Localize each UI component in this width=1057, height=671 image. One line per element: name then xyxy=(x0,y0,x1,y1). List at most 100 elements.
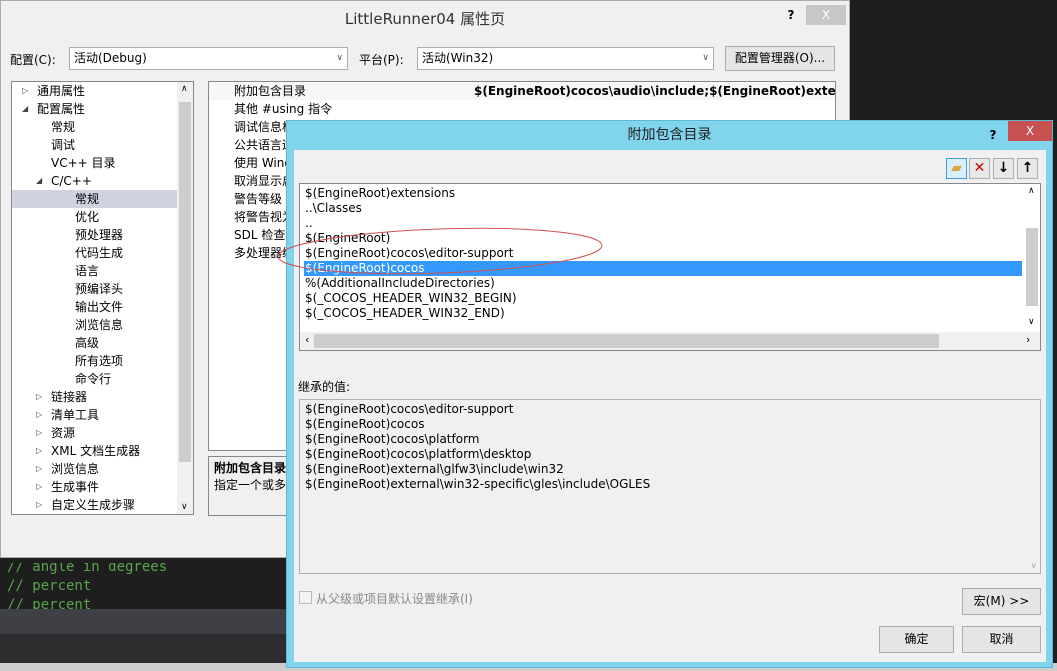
include-dir-item[interactable]: $(EngineRoot)extensions xyxy=(304,186,1022,201)
property-name: 调试信息格 xyxy=(234,120,295,134)
dialog-body: ▰ ✕ ↓ ↑ $(EngineRoot)extensions ..\Classe… xyxy=(294,150,1046,662)
include-dir-item[interactable]: $(_COCOS_HEADER_WIN32_END) xyxy=(304,306,1022,321)
tree-item[interactable]: 命令行 xyxy=(12,370,178,388)
tree-item[interactable]: ▷ 生成事件 xyxy=(12,478,178,496)
tree-item[interactable]: ◢ 配置属性 xyxy=(12,100,178,118)
include-dir-item[interactable]: %(AdditionalIncludeDirectories) xyxy=(304,276,1022,291)
chevron-down-icon: ∨ xyxy=(702,53,709,63)
include-dirs-dialog: 附加包含目录 ? X ▰ ✕ ↓ ↑ $(EngineRoot)extensio… xyxy=(286,120,1053,668)
config-manager-button[interactable]: 配置管理器(O)... xyxy=(725,46,835,71)
tree-item-label: 链接器 xyxy=(51,390,88,404)
dialog-help-button[interactable]: ? xyxy=(985,125,1001,145)
property-name: 取消显示启 xyxy=(234,174,295,188)
expand-icon[interactable]: ▷ xyxy=(36,460,42,478)
expand-icon[interactable]: ▷ xyxy=(36,496,42,514)
platform-value: 活动(Win32) xyxy=(422,51,494,65)
delete-icon[interactable]: ✕ xyxy=(969,158,990,179)
tree-item[interactable]: 调试 xyxy=(12,136,178,154)
dialog-close-button[interactable]: X xyxy=(1008,121,1052,141)
tree-item-label: 所有选项 xyxy=(75,354,124,368)
property-name: 使用 Wind xyxy=(234,156,292,170)
property-name: 警告等级 xyxy=(234,192,283,206)
tree-item[interactable]: 语言 xyxy=(12,262,178,280)
tree-item-label: 高级 xyxy=(75,336,100,350)
include-dir-item[interactable]: $(EngineRoot)cocos xyxy=(304,261,1022,276)
list-hscroll[interactable]: ‹ › xyxy=(300,332,1040,350)
inherited-label: 继承的值: xyxy=(298,380,351,394)
tree-item[interactable]: 高级 xyxy=(12,334,178,352)
tree-item[interactable]: ▷ 通用属性 xyxy=(12,82,178,100)
tree-item-label: 预处理器 xyxy=(75,228,124,242)
tree-item-label: 自定义生成步骤 xyxy=(51,498,136,512)
inherited-item: $(EngineRoot)cocos\platform xyxy=(305,432,480,446)
property-value: $(EngineRoot)cocos\audio\include;$(Engin… xyxy=(474,84,836,98)
scroll-right-icon[interactable]: › xyxy=(1026,333,1030,346)
move-up-icon[interactable]: ↑ xyxy=(1017,158,1038,179)
grid-row[interactable]: 其他 #using 指令 xyxy=(209,100,835,118)
expand-icon[interactable]: ▷ xyxy=(22,82,28,100)
include-dir-item[interactable]: ..\Classes xyxy=(304,201,1022,216)
inherited-item: $(EngineRoot)external\win32-specific\gle… xyxy=(305,477,651,491)
tree-item[interactable]: ▷ 资源 xyxy=(12,424,178,442)
tree-item-label: 命令行 xyxy=(75,372,112,386)
tree-item-label: VC++ 目录 xyxy=(51,156,116,170)
config-select[interactable]: 活动(Debug) ∨ xyxy=(69,47,348,70)
tree-item[interactable]: 浏览信息 xyxy=(12,316,178,334)
hscroll-thumb[interactable] xyxy=(314,334,939,348)
include-dir-item[interactable]: $(EngineRoot) xyxy=(304,231,1022,246)
config-value: 活动(Debug) xyxy=(74,51,147,65)
tree-item[interactable]: 预处理器 xyxy=(12,226,178,244)
tree-item[interactable]: ▷ 浏览信息 xyxy=(12,460,178,478)
scroll-up-icon[interactable]: ∧ xyxy=(1028,186,1035,196)
scroll-left-icon[interactable]: ‹ xyxy=(305,333,309,346)
tree-item[interactable]: VC++ 目录 xyxy=(12,154,178,172)
collapse-icon[interactable]: ◢ xyxy=(22,100,28,118)
help-button[interactable]: ? xyxy=(781,5,801,25)
include-dir-item[interactable]: $(EngineRoot)cocos\editor-support xyxy=(304,246,1022,261)
grid-row[interactable]: 附加包含目录 $(EngineRoot)cocos\audio\include;$… xyxy=(209,82,835,100)
include-dir-item[interactable]: .. xyxy=(304,216,1022,231)
expand-icon[interactable]: ▷ xyxy=(36,442,42,460)
tree-item[interactable]: 所有选项 xyxy=(12,352,178,370)
property-name: SDL 检查 xyxy=(234,228,286,242)
cancel-button[interactable]: 取消 xyxy=(962,626,1041,653)
tree-item[interactable]: 输出文件 xyxy=(12,298,178,316)
inherit-checkbox[interactable] xyxy=(299,591,312,604)
expand-icon[interactable]: ▷ xyxy=(36,406,42,424)
tree-item[interactable]: ▷ 自定义生成步骤 xyxy=(12,496,178,514)
scroll-down-icon[interactable]: ∨ xyxy=(181,502,188,512)
expand-icon[interactable]: ▷ xyxy=(36,424,42,442)
dialog-title: 附加包含目录 xyxy=(627,127,712,143)
tree-item-label: 语言 xyxy=(75,264,100,278)
tree-item[interactable]: 常规 xyxy=(12,118,178,136)
ok-button[interactable]: 确定 xyxy=(879,626,954,653)
platform-label: 平台(P): xyxy=(359,53,404,67)
inherit-checkbox-label: 从父级或项目默认设置继承(I) xyxy=(316,592,473,606)
scroll-thumb[interactable] xyxy=(179,102,191,462)
close-button[interactable]: X xyxy=(806,5,846,25)
tree-item[interactable]: ▷ 链接器 xyxy=(12,388,178,406)
macro-button[interactable]: 宏(M) >> xyxy=(962,588,1041,615)
scroll-up-icon[interactable]: ∧ xyxy=(181,84,188,94)
scroll-down-icon[interactable]: ∨ xyxy=(1028,317,1035,327)
tree-scrollbar[interactable]: ∧ ∨ xyxy=(177,82,193,514)
expand-icon[interactable]: ▷ xyxy=(36,388,42,406)
tree-item[interactable]: ◢ C/C++ xyxy=(12,172,178,190)
include-dir-item[interactable]: $(_COCOS_HEADER_WIN32_BEGIN) xyxy=(304,291,1022,306)
move-down-icon[interactable]: ↓ xyxy=(993,158,1014,179)
collapse-icon[interactable]: ◢ xyxy=(36,172,42,190)
expand-icon[interactable]: ▷ xyxy=(36,478,42,496)
tree-item[interactable]: 代码生成 xyxy=(12,244,178,262)
list-vscroll[interactable]: ∧ ∨ xyxy=(1024,184,1040,332)
tree-item[interactable]: 预编译头 xyxy=(12,280,178,298)
new-folder-icon[interactable]: ▰ xyxy=(946,158,967,179)
tree-item[interactable]: ▷ 清单工具 xyxy=(12,406,178,424)
tree-item[interactable]: 优化 xyxy=(12,208,178,226)
platform-select[interactable]: 活动(Win32) ∨ xyxy=(417,47,714,70)
tree-item[interactable]: ▷ XML 文档生成器 xyxy=(12,442,178,460)
include-dirs-list[interactable]: $(EngineRoot)extensions ..\Classes.. $(Eng… xyxy=(299,183,1041,351)
tree-item-label: 输出文件 xyxy=(75,300,124,314)
tree-item[interactable]: 常规 xyxy=(12,190,178,208)
tree-item-label: 优化 xyxy=(75,210,100,224)
scroll-thumb[interactable] xyxy=(1026,228,1038,306)
